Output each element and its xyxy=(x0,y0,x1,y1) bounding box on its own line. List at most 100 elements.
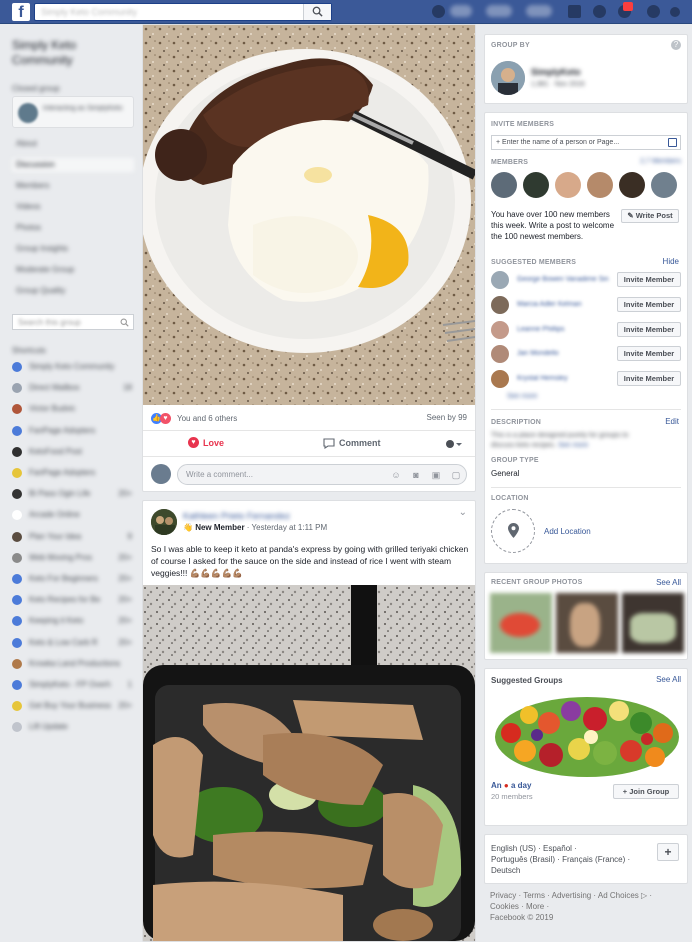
sidebar-shortcut-item[interactable]: Plan Your Idea 9 xyxy=(12,530,134,544)
sidebar-shortcut-item[interactable]: SimplyKeto - FP Overh 1 xyxy=(12,678,134,692)
sidebar-shortcut-item[interactable]: Lift Update xyxy=(12,720,134,734)
add-location-link[interactable]: Add Location xyxy=(544,527,591,536)
post-photo-chicken-and-veggies[interactable] xyxy=(143,585,475,941)
suggested-member-name[interactable]: George Bowen Vanadime Sin xyxy=(517,276,609,283)
help-icon[interactable] xyxy=(647,5,660,18)
facebook-logo-icon[interactable]: f xyxy=(12,3,30,21)
see-more-link[interactable]: See more xyxy=(507,393,537,400)
sidebar-shortcut-item[interactable]: Simply Keto Community xyxy=(12,360,134,374)
avatar[interactable] xyxy=(555,172,581,198)
suggested-groups-see-all-link[interactable]: See All xyxy=(656,675,681,684)
sidebar-shortcut-item[interactable]: Krowka Land Productions xyxy=(12,657,134,671)
sidebar-shortcut-item[interactable]: Web Moving Pros 20+ xyxy=(12,551,134,565)
sidebar-item-about[interactable]: About xyxy=(12,137,134,151)
sidebar-item-group-quality[interactable]: Group Quality xyxy=(12,284,134,298)
suggested-group-cover-photo[interactable] xyxy=(491,693,683,777)
members-count-link[interactable]: 2,7 Members xyxy=(640,158,681,165)
gif-icon[interactable]: ▣ xyxy=(430,469,442,481)
suggested-member-name[interactable]: Marcia Adler Kelman xyxy=(517,301,582,308)
search-button[interactable] xyxy=(303,4,331,20)
reactions-count[interactable]: You and 6 others xyxy=(177,414,237,423)
sidebar-shortcut-item[interactable]: Keto For Beginners 20+ xyxy=(12,572,134,586)
invite-member-input[interactable]: + Enter the name of a person or Page... xyxy=(491,135,681,150)
invite-member-button[interactable]: Invite Member xyxy=(617,346,681,362)
footer-links-line[interactable]: Cookies · More · xyxy=(490,901,652,912)
camera-icon[interactable]: ◙ xyxy=(410,469,422,481)
sidebar-shortcut-item[interactable]: Keto & Low Carb R 20+ xyxy=(12,636,134,650)
comment-button[interactable]: Comment xyxy=(323,438,381,449)
recent-photos-see-all-link[interactable]: See All xyxy=(656,578,681,587)
language-line[interactable]: English (US) · Español · xyxy=(491,843,630,854)
invite-member-button[interactable]: Invite Member xyxy=(617,296,681,312)
avatar[interactable] xyxy=(491,61,525,95)
avatar[interactable] xyxy=(151,509,177,535)
sidebar-shortcut-item[interactable]: FanPage Adopters xyxy=(12,424,134,438)
sidebar-shortcut-item[interactable]: Victor Budvic xyxy=(12,402,134,416)
add-location-button[interactable] xyxy=(491,509,535,553)
sticker-icon[interactable]: ▢ xyxy=(450,469,462,481)
invite-member-button[interactable]: Invite Member xyxy=(617,321,681,337)
sidebar-shortcut-item[interactable]: Arcade Online xyxy=(12,508,134,522)
invite-member-button[interactable]: Invite Member xyxy=(617,272,681,287)
avatar[interactable] xyxy=(523,172,549,198)
sidebar-shortcut-item[interactable]: Keto Recipes for Be 20+ xyxy=(12,593,134,607)
sidebar-shortcut-item[interactable]: Bi Pass Ogin Life 20+ xyxy=(12,487,134,501)
help-icon[interactable]: ? xyxy=(671,40,681,50)
sidebar-item-videos[interactable]: Videos xyxy=(12,200,134,214)
friend-requests-icon[interactable] xyxy=(568,5,581,18)
avatar[interactable] xyxy=(587,172,613,198)
interacting-as-selector[interactable]: Interacting as SimplyKeto xyxy=(12,96,134,128)
avatar[interactable] xyxy=(651,172,677,198)
avatar[interactable] xyxy=(491,172,517,198)
avatar[interactable] xyxy=(619,172,645,198)
contacts-icon[interactable] xyxy=(668,138,677,147)
comment-input[interactable]: Write a comment... ☺ ◙ ▣ ▢ xyxy=(177,464,467,485)
description-see-more-link[interactable]: See more xyxy=(558,442,588,449)
messenger-icon[interactable] xyxy=(593,5,606,18)
emoji-icon[interactable]: ☺ xyxy=(390,469,402,481)
sidebar-item-moderate-group[interactable]: Moderate Group xyxy=(12,263,134,277)
nav-create-link[interactable] xyxy=(526,5,552,17)
post-timestamp[interactable]: · Yesterday at 1:11 PM xyxy=(245,523,327,532)
avatar[interactable] xyxy=(491,271,509,289)
sidebar-item-members[interactable]: Members xyxy=(12,179,134,193)
post-as-selector[interactable] xyxy=(445,439,462,449)
group-title[interactable]: Simply Keto Community xyxy=(12,38,132,68)
sidebar-shortcut-item[interactable]: KetoFood Post xyxy=(12,445,134,459)
search-input[interactable]: Simply Keto Community xyxy=(34,3,332,21)
edit-description-link[interactable]: Edit xyxy=(665,417,679,426)
write-post-button[interactable]: ✎ Write Post xyxy=(621,209,679,223)
recent-photo-thumbnail[interactable] xyxy=(622,593,684,653)
language-line[interactable]: Português (Brasil) · Français (France) · xyxy=(491,854,630,865)
language-line[interactable]: Deutsch xyxy=(491,865,630,876)
hide-suggested-link[interactable]: Hide xyxy=(663,257,679,266)
group-search-input[interactable]: Search this group xyxy=(12,314,134,330)
love-button[interactable]: ♥ Love xyxy=(188,437,224,448)
avatar[interactable] xyxy=(491,320,509,339)
add-language-button[interactable]: + xyxy=(657,843,679,861)
avatar[interactable] xyxy=(491,370,509,389)
account-menu-chevron-icon[interactable] xyxy=(670,7,680,17)
suggested-group-name[interactable]: An ● a day xyxy=(491,781,531,790)
sidebar-item-photos[interactable]: Photos xyxy=(12,221,134,235)
suggested-member-name[interactable]: Krystal Hemsley xyxy=(517,375,568,382)
sidebar-shortcut-item[interactable]: Keeping it Keto 20+ xyxy=(12,614,134,628)
reaction-icons[interactable]: 👍 ♥ xyxy=(151,413,171,425)
sidebar-shortcut-item[interactable]: Direct Mailbox 18 xyxy=(12,381,134,395)
footer-links-line[interactable]: Privacy · Terms · Advertising · Ad Choic… xyxy=(490,890,652,901)
suggested-member-name[interactable]: Jan Mondello xyxy=(517,350,559,357)
avatar[interactable] xyxy=(491,295,509,314)
sidebar-item-discussion[interactable]: Discussion xyxy=(12,158,134,172)
suggested-member-name[interactable]: Leanne Phillips xyxy=(517,326,564,333)
recent-photo-thumbnail[interactable] xyxy=(490,593,552,653)
nav-home-link[interactable] xyxy=(486,5,512,17)
post-options-chevron-icon[interactable]: ⌄ xyxy=(459,507,467,518)
invite-member-button[interactable]: Invite Member xyxy=(617,371,681,387)
join-group-button[interactable]: + Join Group xyxy=(613,784,679,799)
post-author-name[interactable]: Kathleen Prieto Fernandez xyxy=(183,511,333,521)
sidebar-shortcut-item[interactable]: FanPage Adopters xyxy=(12,466,134,480)
seen-by-count[interactable]: Seen by 99 xyxy=(427,413,467,422)
nav-profile-link[interactable] xyxy=(450,5,472,17)
post-photo-steak-and-eggs[interactable] xyxy=(143,25,475,405)
group-admin-name[interactable]: SimplyKeto xyxy=(531,67,581,77)
